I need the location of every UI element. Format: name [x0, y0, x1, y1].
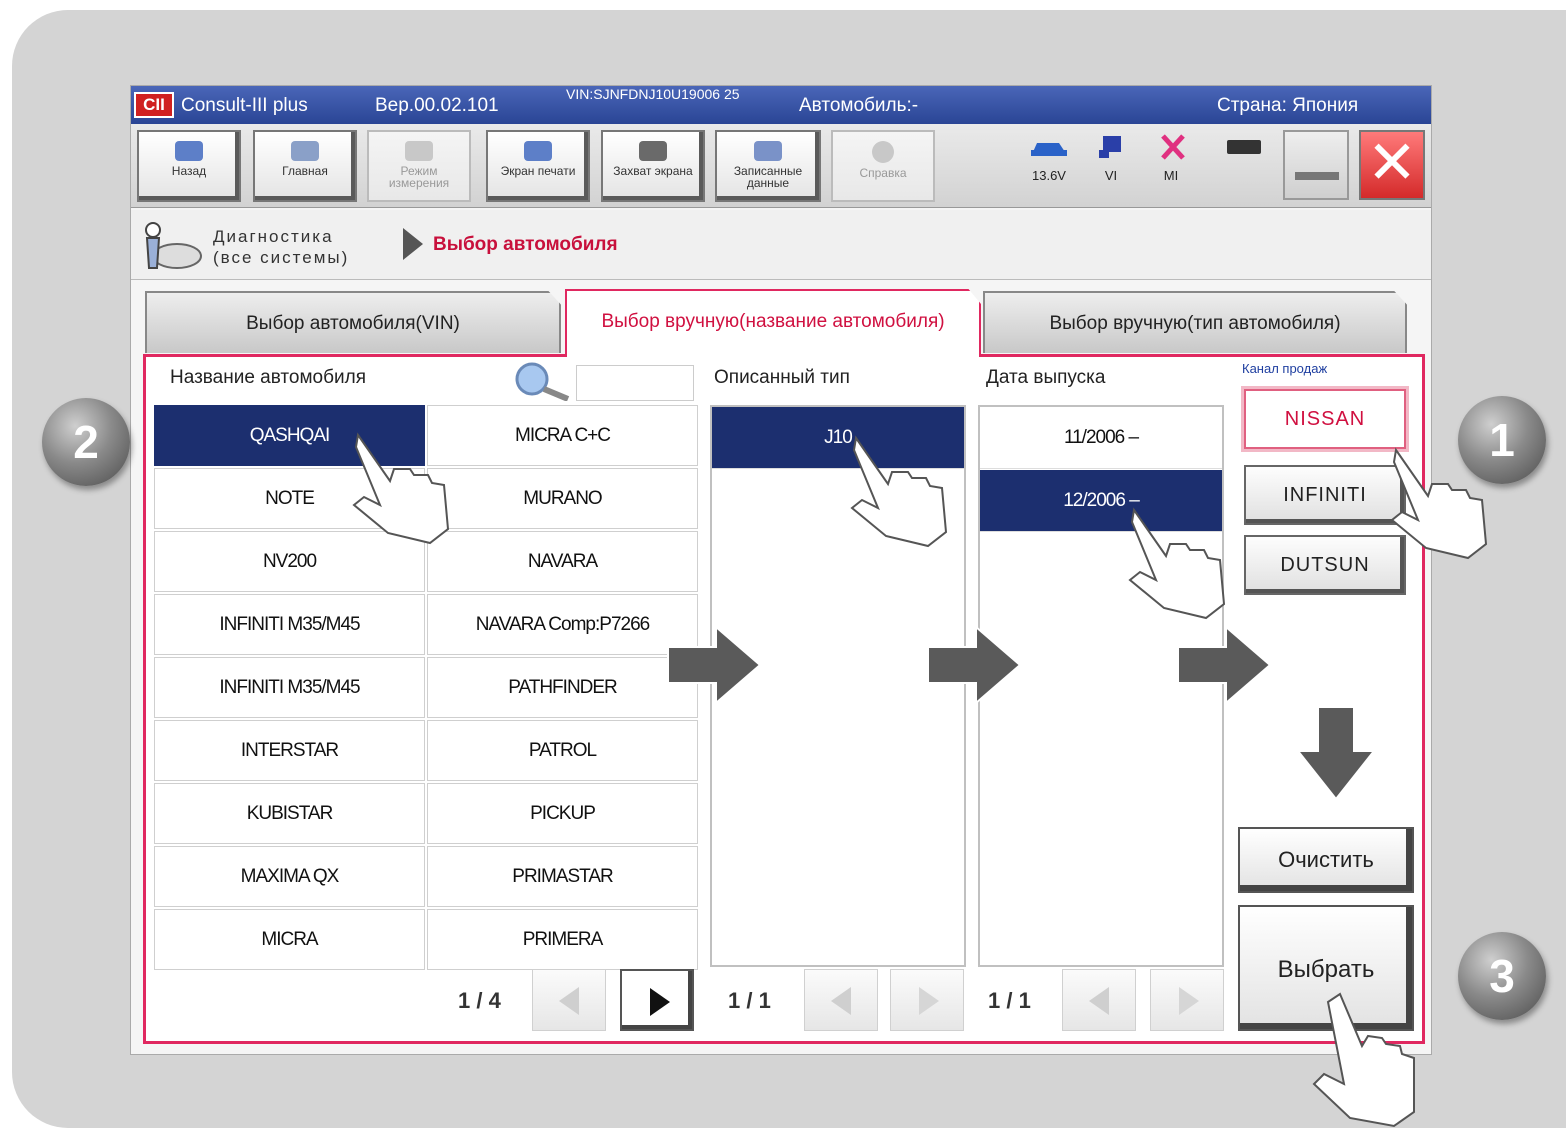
- pointing-hand-icon: [1312, 992, 1415, 1128]
- capture-screen-button[interactable]: Захват экрана: [601, 130, 705, 202]
- search-icon[interactable]: [506, 361, 576, 401]
- car-item[interactable]: INTERSTAR: [154, 720, 425, 781]
- car-item[interactable]: MICRA: [154, 909, 425, 970]
- vi-connected-icon: [1099, 136, 1121, 158]
- date-prev-page-button[interactable]: [1062, 969, 1136, 1031]
- chevron-right-icon: [919, 987, 939, 1015]
- step-badge-3: 3: [1458, 932, 1546, 1020]
- battery-icon: [1227, 140, 1261, 154]
- car-icon: [1031, 143, 1067, 156]
- consult-screen: CII Consult-III plus Вер.00.02.101 VIN:S…: [130, 85, 1432, 1055]
- type-page-indicator: 1 / 1: [728, 988, 771, 1013]
- home-button[interactable]: Главная: [253, 130, 357, 202]
- chevron-left-icon: [831, 987, 851, 1015]
- sales-channel-infiniti[interactable]: INFINITI: [1244, 465, 1406, 525]
- folder-icon: [754, 141, 782, 161]
- chevron-right-icon: [650, 988, 670, 1016]
- pointing-hand-icon: [352, 432, 450, 545]
- print-screen-button[interactable]: Экран печати: [486, 130, 590, 202]
- search-input[interactable]: [576, 365, 694, 401]
- country-readout: Страна: Япония: [1217, 95, 1359, 116]
- breadcrumb-current: Выбор автомобиля: [433, 234, 618, 255]
- mi-disconnected-icon: [1161, 134, 1185, 160]
- close-icon: ✕: [1366, 129, 1418, 196]
- date-item[interactable]: 11/2006 –: [980, 407, 1222, 469]
- vi-status: VI: [1093, 130, 1129, 183]
- flow-arrow-right-icon: [667, 624, 762, 706]
- type-next-page-button[interactable]: [890, 969, 964, 1031]
- app-name: Consult-III plus: [181, 95, 308, 116]
- breadcrumb-arrow-icon: [403, 228, 423, 260]
- title-bar: CII Consult-III plus Вер.00.02.101 VIN:S…: [131, 86, 1431, 124]
- date-next-page-button[interactable]: [1150, 969, 1224, 1031]
- measure-mode-button[interactable]: Режим измерения: [367, 130, 471, 202]
- date-page-indicator: 1 / 1: [988, 988, 1031, 1013]
- app-version: Вер.00.02.101: [375, 95, 499, 116]
- vehicle-readout: Автомобиль:-: [799, 95, 919, 116]
- pointing-hand-icon: [850, 435, 948, 548]
- camera-icon: [639, 141, 667, 161]
- model-type-header: Описанный тип: [714, 367, 850, 388]
- app-logo: CII: [134, 92, 174, 118]
- tab-manual-by-type[interactable]: Выбор вручную(тип автомобиля): [983, 291, 1407, 353]
- car-page-indicator: 1 / 4: [458, 988, 501, 1013]
- selection-panel: Название автомобиля QASHQAI MICRA C+C NO…: [143, 354, 1425, 1044]
- arrow-left-icon: [175, 141, 203, 161]
- car-item[interactable]: MURANO: [427, 468, 698, 529]
- printer-icon: [524, 141, 552, 161]
- mechanic-car-icon: [145, 222, 202, 269]
- sales-channel-nissan[interactable]: NISSAN: [1244, 389, 1406, 449]
- tab-vin-selection[interactable]: Выбор автомобиля(VIN): [145, 291, 561, 353]
- chevron-right-icon: [1179, 987, 1199, 1015]
- sales-channel-dutsun[interactable]: DUTSUN: [1244, 535, 1406, 595]
- car-item[interactable]: KUBISTAR: [154, 783, 425, 844]
- vin-readout: VIN:SJNFDNJ10U19006 25: [566, 86, 740, 102]
- pointing-hand-icon: [1128, 507, 1226, 620]
- flow-arrow-right-icon: [927, 624, 1022, 706]
- car-item[interactable]: PATROL: [427, 720, 698, 781]
- help-button[interactable]: Справка: [831, 130, 935, 202]
- car-next-page-button[interactable]: [620, 969, 694, 1031]
- car-item[interactable]: PRIMERA: [427, 909, 698, 970]
- car-item[interactable]: MICRA C+C: [427, 405, 698, 466]
- help-icon: [872, 141, 894, 163]
- flow-arrow-down-icon: [1295, 706, 1377, 801]
- battery-voltage-status: 13.6V: [1019, 130, 1079, 183]
- tab-manual-by-name[interactable]: Выбор вручную(название автомобиля): [565, 289, 981, 357]
- car-item[interactable]: PATHFINDER: [427, 657, 698, 718]
- recorded-data-button[interactable]: Записанные данные: [715, 130, 821, 202]
- breadcrumb-root[interactable]: Диагностика (все системы): [213, 226, 413, 268]
- car-item[interactable]: NAVARA: [427, 531, 698, 592]
- step-badge-1: 1: [1458, 396, 1546, 484]
- car-item[interactable]: PICKUP: [427, 783, 698, 844]
- meter-icon: [405, 141, 433, 161]
- sales-channel-title: Канал продаж: [1242, 361, 1328, 376]
- chevron-left-icon: [559, 987, 579, 1015]
- mi-status: MI: [1153, 130, 1189, 183]
- car-item[interactable]: MAXIMA QX: [154, 846, 425, 907]
- battery-status: [1219, 130, 1271, 168]
- car-item[interactable]: PRIMASTAR: [427, 846, 698, 907]
- car-item[interactable]: INFINITI M35/M45: [154, 657, 425, 718]
- close-button[interactable]: ✕: [1359, 130, 1425, 200]
- back-button[interactable]: Назад: [137, 130, 241, 202]
- breadcrumb: Диагностика (все системы) Выбор автомоби…: [131, 210, 1431, 280]
- type-prev-page-button[interactable]: [804, 969, 878, 1031]
- production-date-header: Дата выпуска: [986, 367, 1106, 388]
- chevron-left-icon: [1089, 987, 1109, 1015]
- clear-button[interactable]: Очистить: [1238, 827, 1414, 893]
- car-item[interactable]: NAVARA Comp:P7266: [427, 594, 698, 655]
- minimize-button[interactable]: [1283, 130, 1349, 200]
- step-badge-2: 2: [42, 398, 130, 486]
- car-item[interactable]: INFINITI M35/M45: [154, 594, 425, 655]
- car-name-header: Название автомобиля: [170, 367, 366, 388]
- car-prev-page-button[interactable]: [532, 969, 606, 1031]
- home-icon: [291, 141, 319, 161]
- toolbar: Назад Главная Режим измерения Экран печа…: [131, 124, 1431, 208]
